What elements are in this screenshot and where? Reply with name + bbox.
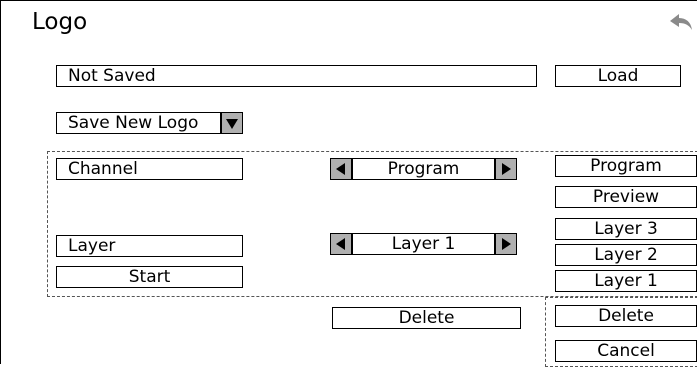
channel-next-icon[interactable] <box>495 158 517 180</box>
channel-list-item-preview[interactable]: Preview <box>555 186 697 208</box>
layer-next-icon[interactable] <box>495 233 517 255</box>
layer-value: Layer 1 <box>352 233 495 255</box>
layer-label: Layer <box>56 235 243 257</box>
back-arrow-icon[interactable] <box>668 11 694 35</box>
load-button[interactable]: Load <box>555 65 681 87</box>
layer-list-item-layer-3[interactable]: Layer 3 <box>555 218 697 240</box>
channel-value: Program <box>352 158 495 180</box>
layer-list-item-layer-1[interactable]: Layer 1 <box>555 270 697 292</box>
save-new-logo-select[interactable]: Save New Logo <box>56 112 221 134</box>
delete-layer-button[interactable]: Delete <box>555 305 697 327</box>
cancel-button[interactable]: Cancel <box>555 340 697 362</box>
layer-list-item-layer-2[interactable]: Layer 2 <box>555 244 697 266</box>
status-field: Not Saved <box>56 65 537 87</box>
layer-prev-icon[interactable] <box>330 233 352 255</box>
channel-label: Channel <box>56 158 243 180</box>
channel-prev-icon[interactable] <box>330 158 352 180</box>
chevron-down-icon[interactable] <box>221 112 243 134</box>
channel-list-item-program[interactable]: Program <box>555 155 697 177</box>
start-button[interactable]: Start <box>56 266 243 288</box>
page-title: Logo <box>32 9 88 35</box>
delete-button[interactable]: Delete <box>332 307 521 329</box>
